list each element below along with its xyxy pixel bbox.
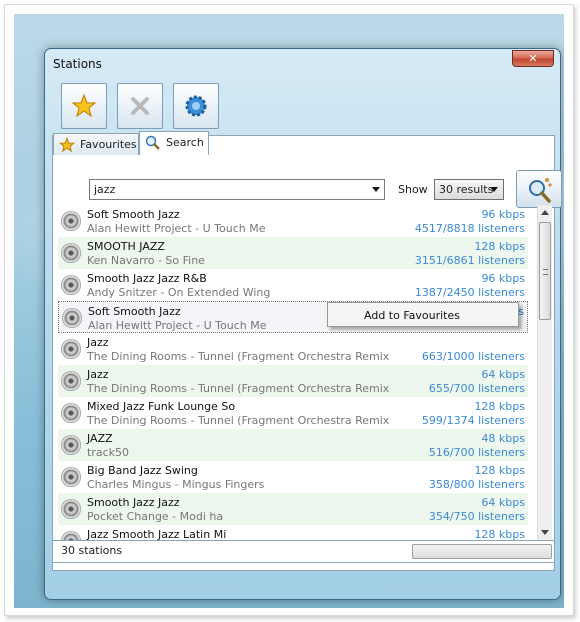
- station-track: The Dining Rooms - Tunnel (Fragment Orch…: [87, 382, 390, 395]
- station-name: Jazz: [87, 368, 109, 381]
- vertical-scrollbar[interactable]: [537, 205, 552, 540]
- radio-disc-icon: [61, 275, 81, 295]
- close-button[interactable]: ✕: [512, 50, 554, 67]
- station-row[interactable]: JAZZ track50 48 kbps 516/700 listeners: [58, 429, 528, 461]
- station-bitrate: 128 kbps: [474, 240, 525, 253]
- station-row[interactable]: Jazz The Dining Rooms - Tunnel (Fragment …: [58, 333, 528, 365]
- station-bitrate: 64 kbps: [481, 496, 525, 509]
- results-count-value: 30 results: [439, 183, 494, 196]
- station-list: Soft Smooth Jazz Alan Hewitt Project - U …: [58, 205, 537, 540]
- station-track: track50: [87, 446, 129, 459]
- station-track: Andy Snitzer - On Extended Wing: [87, 286, 271, 299]
- x-icon: [131, 97, 149, 115]
- station-listeners: 354/750 listeners: [428, 510, 525, 523]
- station-row[interactable]: Mixed Jazz Funk Lounge So The Dining Room…: [58, 397, 528, 429]
- station-name: JAZZ: [87, 432, 113, 445]
- station-row[interactable]: Jazz Smooth Jazz Latin Mi 128 kbps: [58, 525, 528, 540]
- radio-disc-icon: [61, 371, 81, 391]
- radio-disc-icon: [61, 435, 81, 455]
- star-icon: [58, 136, 76, 156]
- station-row[interactable]: Smooth Jazz Jazz Pocket Change - Modi ha 6…: [58, 493, 528, 525]
- context-menu: Add to Favourites: [327, 302, 519, 327]
- station-listeners: 3151/6861 listeners: [414, 254, 525, 267]
- station-bitrate: 48 kbps: [481, 432, 525, 445]
- gear-icon: [185, 95, 207, 117]
- progress-bar: [412, 544, 552, 559]
- station-bitrate: 128 kbps: [474, 528, 525, 540]
- station-name: Jazz Smooth Jazz Latin Mi: [87, 528, 227, 540]
- station-listeners: 599/1374 listeners: [421, 414, 525, 427]
- scroll-up-icon[interactable]: [541, 210, 549, 215]
- station-row[interactable]: Jazz The Dining Rooms - Tunnel (Fragment …: [58, 365, 528, 397]
- search-query-value: jazz: [94, 183, 116, 196]
- station-bitrate: 128 kbps: [474, 400, 525, 413]
- station-name: Soft Smooth Jazz: [88, 305, 181, 318]
- grip-icon: [543, 269, 548, 275]
- station-row[interactable]: SMOOTH JAZZ Ken Navarro - So Fine 128 kbps…: [58, 237, 528, 269]
- tab-favourites[interactable]: Favourites: [53, 133, 139, 155]
- tab-favourites-label: Favourites: [80, 138, 137, 151]
- chevron-down-icon: [490, 187, 498, 192]
- chevron-down-icon: [372, 187, 380, 192]
- station-track: Alan Hewitt Project - U Touch Me: [87, 222, 266, 235]
- station-name: Jazz: [87, 336, 109, 349]
- station-name: SMOOTH JAZZ: [87, 240, 165, 253]
- radio-disc-icon: [61, 531, 81, 540]
- status-bar: 30 stations: [52, 540, 555, 563]
- search-people-icon: [529, 178, 552, 203]
- station-listeners: 4517/8818 listeners: [414, 222, 525, 235]
- station-bitrate: 64 kbps: [481, 368, 525, 381]
- settings-button[interactable]: [173, 83, 219, 129]
- station-name: Soft Smooth Jazz: [87, 208, 180, 221]
- station-bitrate: 96 kbps: [481, 208, 525, 221]
- results-count-select[interactable]: 30 results: [434, 179, 504, 200]
- station-name: Mixed Jazz Funk Lounge So: [87, 400, 236, 413]
- search-query-combobox[interactable]: jazz: [89, 179, 385, 200]
- station-name: Big Band Jazz Swing: [87, 464, 198, 477]
- desktop-background: Stations ✕ Favourites Search jazz Show 3…: [14, 14, 564, 608]
- radio-disc-icon: [61, 467, 81, 487]
- radio-disc-icon: [61, 243, 81, 263]
- radio-disc-icon: [61, 339, 81, 359]
- radio-disc-icon: [61, 499, 81, 519]
- search-button[interactable]: [516, 170, 562, 208]
- station-track: The Dining Rooms - Tunnel (Fragment Orch…: [87, 350, 390, 363]
- show-label: Show: [398, 183, 428, 196]
- station-track: Pocket Change - Modi ha: [87, 510, 224, 523]
- radio-disc-icon: [61, 211, 81, 231]
- station-listeners: 655/700 listeners: [428, 382, 525, 395]
- tab-search[interactable]: Search: [139, 131, 209, 155]
- remove-button[interactable]: [117, 83, 163, 129]
- menu-item-add-to-favourites[interactable]: Add to Favourites: [364, 309, 460, 322]
- station-track: Alan Hewitt Project - U Touch Me: [88, 319, 267, 332]
- station-bitrate: 128 kbps: [474, 464, 525, 477]
- scroll-thumb[interactable]: [539, 222, 551, 320]
- station-listeners: 1387/2450 listeners: [414, 286, 525, 299]
- window-title: Stations: [53, 57, 102, 71]
- star-icon: [71, 93, 97, 118]
- station-count: 30 stations: [61, 544, 123, 557]
- station-row[interactable]: Smooth Jazz Jazz R&B Andy Snitzer - On Ex…: [58, 269, 528, 301]
- station-track: Ken Navarro - So Fine: [87, 254, 205, 267]
- radio-disc-icon: [61, 403, 81, 423]
- station-name: Smooth Jazz Jazz: [87, 496, 180, 509]
- station-track: Charles Mingus - Mingus Fingers: [87, 478, 265, 491]
- station-listeners: 516/700 listeners: [428, 446, 525, 459]
- radio-disc-icon: [62, 308, 82, 328]
- station-row[interactable]: Big Band Jazz Swing Charles Mingus - Ming…: [58, 461, 528, 493]
- station-track: The Dining Rooms - Tunnel (Fragment Orch…: [87, 414, 390, 427]
- station-row[interactable]: Soft Smooth Jazz Alan Hewitt Project - U …: [58, 205, 528, 237]
- station-name: Smooth Jazz Jazz R&B: [87, 272, 207, 285]
- magnifier-icon: [145, 135, 161, 154]
- station-listeners: 358/800 listeners: [428, 478, 525, 491]
- scroll-down-icon[interactable]: [541, 530, 549, 535]
- station-bitrate: 96 kbps: [481, 272, 525, 285]
- station-listeners: 663/1000 listeners: [421, 350, 525, 363]
- add-favourite-button[interactable]: [61, 83, 107, 129]
- tab-search-label: Search: [166, 136, 204, 149]
